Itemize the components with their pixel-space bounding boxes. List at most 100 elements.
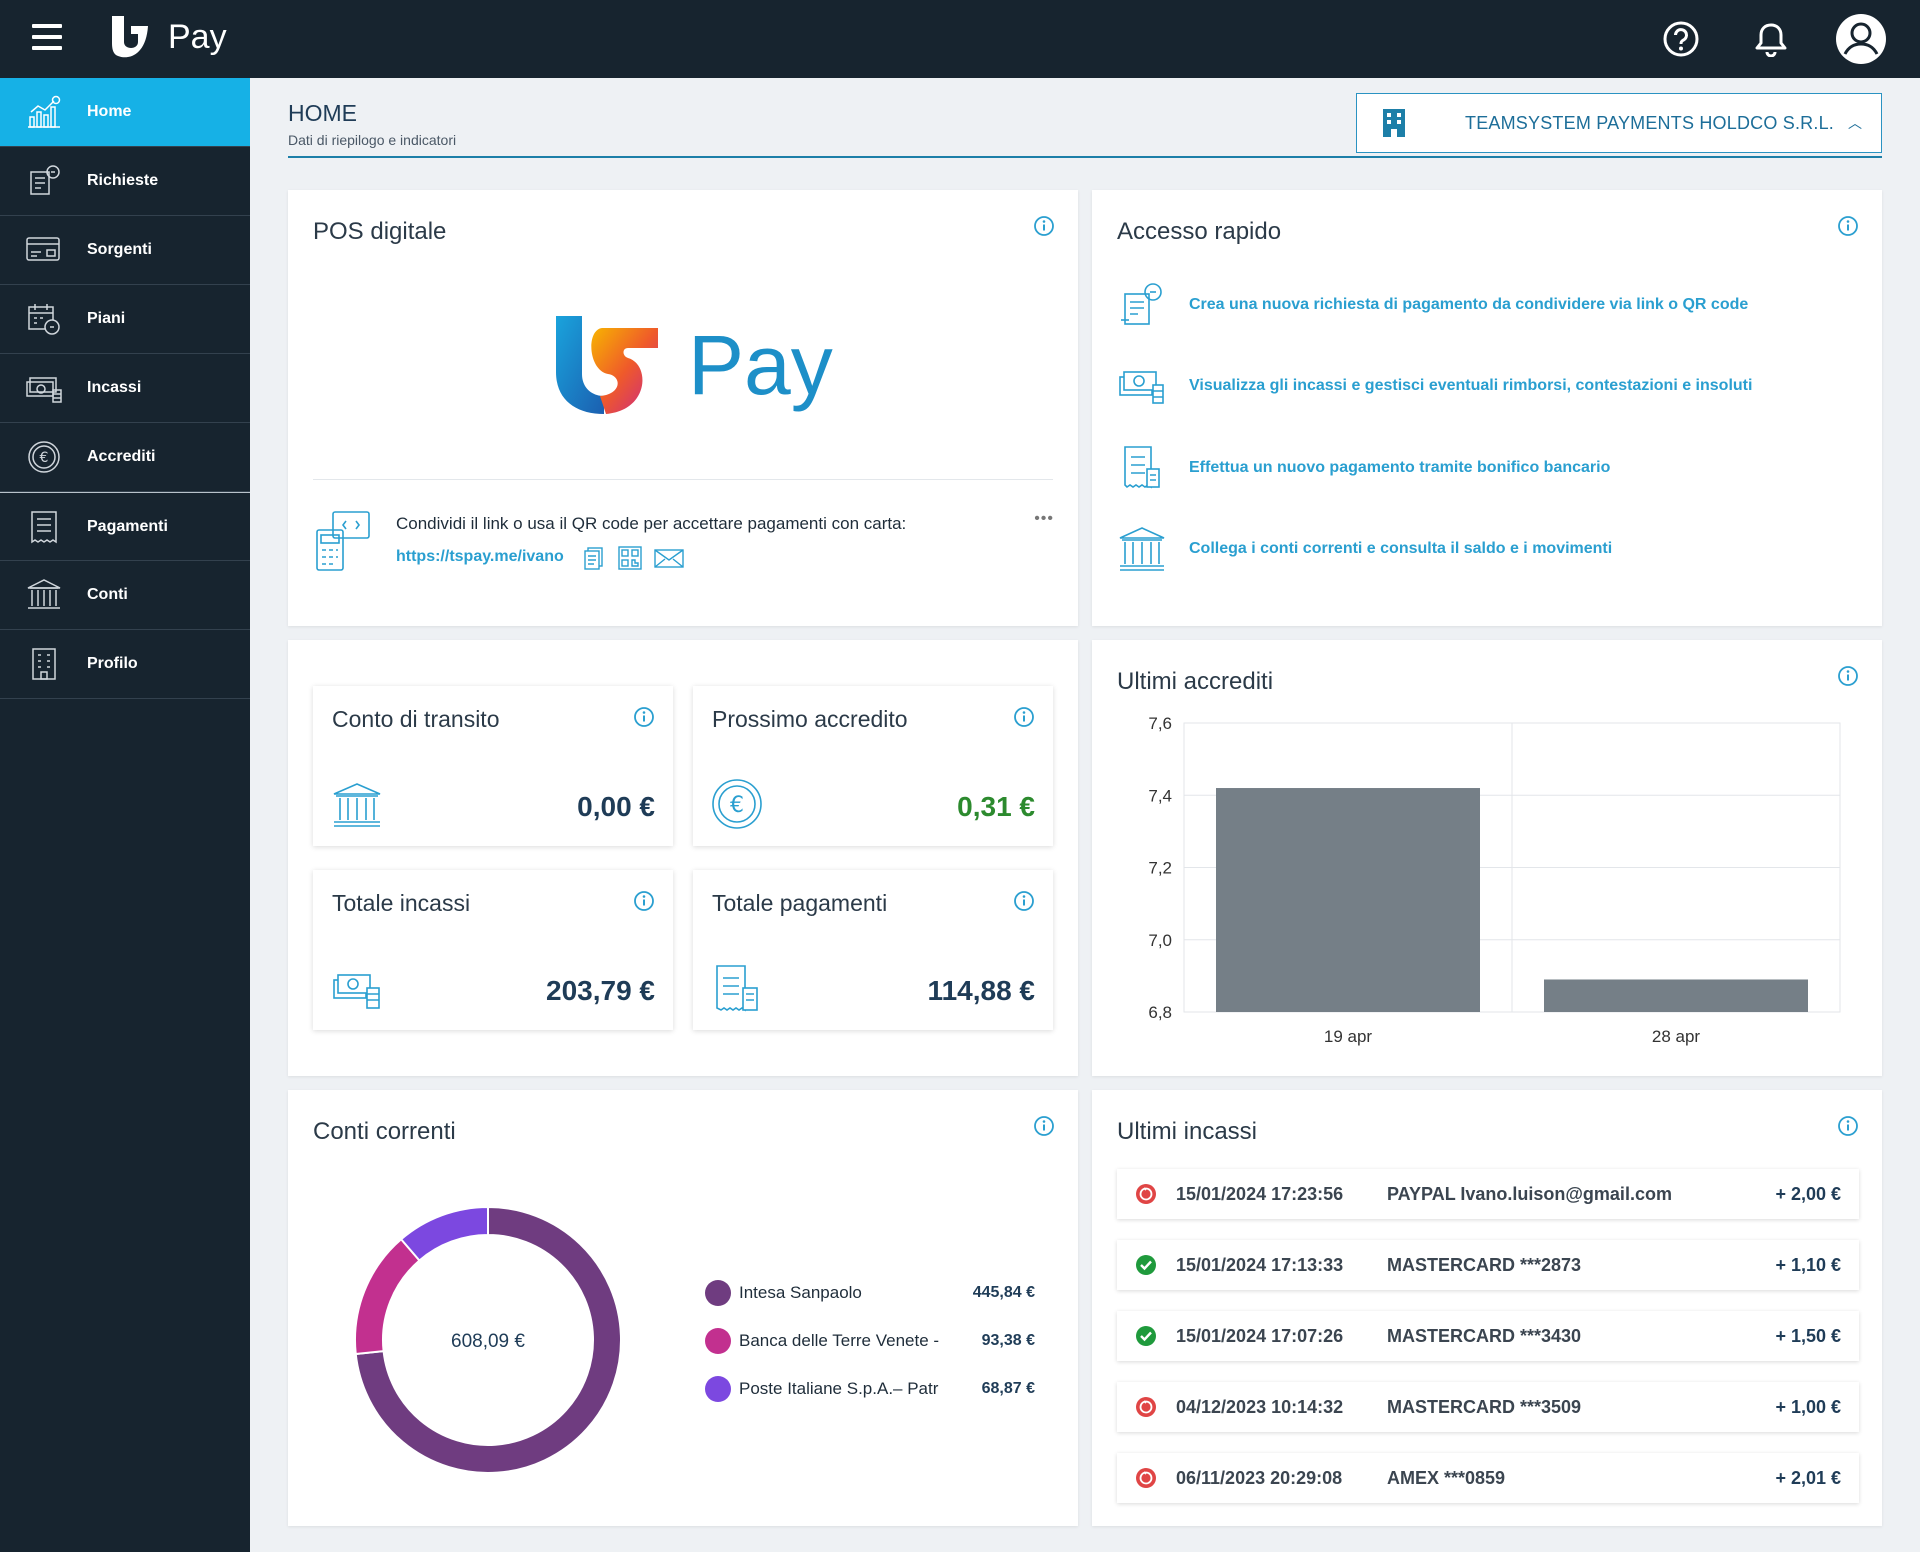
- accounts-title: Conti correnti: [313, 1118, 456, 1145]
- credits-chart-title: Ultimi accrediti: [1117, 668, 1274, 695]
- stat-value: 114,88 €: [927, 975, 1035, 1006]
- row-date: 15/01/2024 17:07:26: [1176, 1325, 1344, 1346]
- chevron-up-icon: ︿: [1848, 115, 1862, 131]
- row-date: 15/01/2024 17:13:33: [1176, 1254, 1344, 1275]
- table-row[interactable]: 15/01/2024 17:13:33 MASTERCARD ***2873 + 1…: [1117, 1240, 1859, 1290]
- quick-link-accounts[interactable]: Collega i conti correnti e consulta il s…: [1117, 524, 1612, 574]
- user-avatar[interactable]: [1834, 12, 1888, 66]
- stat-title: Prossimo accredito: [712, 706, 908, 732]
- transit-account-card[interactable]: Conto di transito 0,00 €: [313, 686, 673, 846]
- row-description: MASTERCARD ***3430: [1387, 1325, 1582, 1346]
- donut-slice[interactable]: [354, 1237, 421, 1356]
- sidebar-item-accrediti[interactable]: € Accrediti: [0, 423, 250, 492]
- stats-container: Conto di transito 0,00 € Prossimo accred…: [288, 640, 1078, 1076]
- qr-code-icon[interactable]: [617, 545, 643, 571]
- row-amount: + 1,50 €: [1775, 1325, 1841, 1346]
- refund-circle-icon: [1136, 1397, 1156, 1417]
- app-logo[interactable]: Pay: [108, 12, 227, 62]
- row-date: 06/11/2023 20:29:08: [1176, 1467, 1343, 1488]
- info-icon[interactable]: [1837, 665, 1859, 687]
- email-icon[interactable]: [653, 545, 685, 571]
- top-bar: Pay: [0, 0, 1920, 78]
- info-icon[interactable]: [1837, 215, 1859, 237]
- app-brand: Pay: [168, 17, 227, 56]
- sidebar-item-richieste[interactable]: Richieste: [0, 147, 250, 216]
- bar[interactable]: [1544, 979, 1808, 1012]
- total-pagamenti-card[interactable]: Totale pagamenti 114,88 €: [693, 870, 1053, 1030]
- info-icon[interactable]: [633, 890, 655, 912]
- sidebar-item-conti[interactable]: Conti: [0, 561, 250, 630]
- pos-divider: [313, 479, 1053, 480]
- menu-icon[interactable]: [32, 24, 62, 52]
- notifications-button[interactable]: [1744, 12, 1798, 66]
- quick-link-incassi[interactable]: Visualizza gli incassi e gestisci eventu…: [1117, 361, 1752, 411]
- stat-value: 0,31 €: [957, 791, 1035, 822]
- company-building-icon: [1383, 109, 1405, 137]
- legend-item[interactable]: Banca delle Terre Venete - 93,38 €: [705, 1328, 1035, 1354]
- cash-icon: [24, 368, 64, 408]
- refund-circle-icon: [1136, 1468, 1156, 1488]
- table-row[interactable]: 04/12/2023 10:14:32 MASTERCARD ***3509 + 1…: [1117, 1382, 1859, 1432]
- receipt-icon: [716, 965, 758, 1012]
- donut-slice[interactable]: [399, 1205, 489, 1262]
- legend-name: Intesa Sanpaolo: [739, 1283, 862, 1302]
- y-tick-label: 6,8: [1148, 1003, 1172, 1022]
- legend-dot: [705, 1280, 731, 1306]
- info-icon[interactable]: [1033, 215, 1055, 237]
- row-description: MASTERCARD ***3509: [1387, 1396, 1582, 1417]
- pos-link[interactable]: https://tspay.me/ivano: [396, 548, 564, 566]
- legend-item[interactable]: Poste Italiane S.p.A.– Patr 68,87 €: [705, 1376, 1035, 1402]
- cash-icon: [1119, 371, 1164, 404]
- sidebar-label-piani: Piani: [87, 310, 126, 327]
- legend-name: Poste Italiane S.p.A.– Patr: [739, 1379, 939, 1398]
- y-tick-label: 7,2: [1148, 859, 1172, 878]
- pos-brand-logo: Pay: [548, 310, 833, 420]
- svg-text:€: €: [730, 793, 744, 818]
- sidebar-item-home[interactable]: Home: [0, 78, 250, 147]
- info-icon[interactable]: [1033, 1115, 1055, 1137]
- euro-icon: €: [24, 437, 64, 477]
- sidebar-item-incassi[interactable]: Incassi: [0, 354, 250, 423]
- stat-title: Totale incassi: [332, 890, 471, 916]
- row-description: MASTERCARD ***2873: [1387, 1254, 1582, 1275]
- cash-icon: [333, 974, 380, 1009]
- quick-access-card: Accesso rapido Crea una nuova richiesta …: [1092, 190, 1882, 626]
- legend-item[interactable]: Intesa Sanpaolo 445,84 €: [705, 1280, 1035, 1306]
- quick-link-payment[interactable]: Effettua un nuovo pagamento tramite boni…: [1117, 443, 1610, 493]
- y-tick-label: 7,4: [1148, 786, 1172, 805]
- sidebar: Home Richieste Sorgenti Piani Incassi € …: [0, 78, 250, 1552]
- legend-value: 68,87 €: [981, 1380, 1035, 1397]
- pos-terminal-icon: [316, 511, 370, 571]
- sidebar-label-pagamenti: Pagamenti: [87, 517, 168, 535]
- total-incassi-card[interactable]: Totale incassi 203,79 €: [313, 870, 673, 1030]
- legend-name: Banca delle Terre Venete -: [739, 1331, 940, 1350]
- recent-incassi-card: Ultimi incassi 15/01/2024 17:23:56 PAYPAL…: [1092, 1090, 1882, 1526]
- sidebar-item-pagamenti[interactable]: Pagamenti: [0, 492, 250, 561]
- table-row[interactable]: 06/11/2023 20:29:08 AMEX ***0859 + 2,01 €: [1117, 1453, 1859, 1503]
- row-amount: + 1,00 €: [1775, 1396, 1841, 1417]
- info-icon[interactable]: [633, 706, 655, 728]
- sidebar-item-piani[interactable]: Piani: [0, 285, 250, 354]
- y-tick-label: 7,0: [1148, 931, 1172, 950]
- info-icon[interactable]: [1013, 890, 1035, 912]
- sidebar-label-richieste: Richieste: [87, 172, 159, 189]
- bank-icon: [333, 783, 381, 827]
- table-row[interactable]: 15/01/2024 17:23:56 PAYPAL Ivano.luison@g…: [1117, 1169, 1859, 1219]
- user-icon: [1836, 14, 1886, 64]
- sidebar-label-conti: Conti: [87, 586, 128, 603]
- bar[interactable]: [1216, 788, 1480, 1012]
- info-icon[interactable]: [1013, 706, 1035, 728]
- next-credit-card[interactable]: Prossimo accredito € 0,31 €: [693, 686, 1053, 846]
- sidebar-item-sorgenti[interactable]: Sorgenti: [0, 216, 250, 285]
- info-icon[interactable]: [1837, 1115, 1859, 1137]
- quick-link-new-request[interactable]: Crea una nuova richiesta di pagamento da…: [1117, 280, 1748, 330]
- company-selector[interactable]: TEAMSYSTEM PAYMENTS HOLDCO S.R.L. ︿: [1356, 93, 1882, 153]
- sidebar-item-profilo[interactable]: Profilo: [0, 630, 250, 699]
- help-button[interactable]: [1654, 12, 1708, 66]
- more-options-icon[interactable]: •••: [1034, 510, 1054, 528]
- pos-title: POS digitale: [313, 218, 447, 245]
- table-row[interactable]: 15/01/2024 17:07:26 MASTERCARD ***3430 + 1…: [1117, 1311, 1859, 1361]
- credits-bar-chart: 7,6 7,4 7,2 7,0 6,8 19 apr 28 apr: [1148, 714, 1841, 1046]
- copy-icon[interactable]: [581, 545, 607, 571]
- bank-icon: [1119, 527, 1165, 571]
